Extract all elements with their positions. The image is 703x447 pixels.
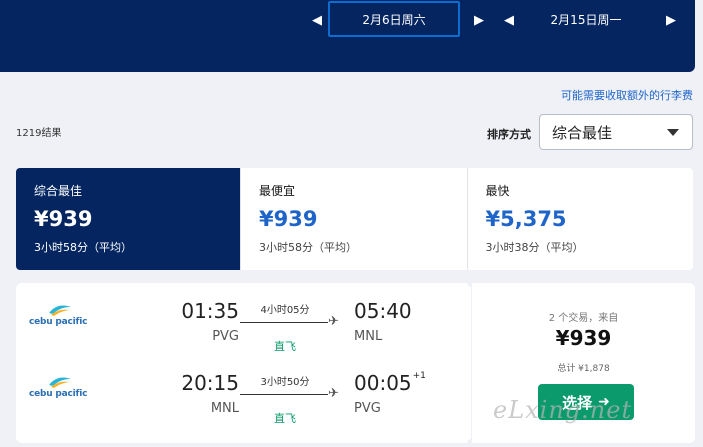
airline-name: cebu pacific <box>29 317 88 327</box>
tab-price: ¥939 <box>34 207 93 231</box>
watermark: eLxing.net <box>493 396 633 424</box>
tab-duration: 3小时58分（平均） <box>34 241 132 254</box>
tab-duration: 3小时38分（平均） <box>485 241 584 254</box>
total-price: 总计 ¥1,878 <box>557 364 610 374</box>
departure-airport: PVG <box>212 329 239 344</box>
next-return-date-icon[interactable]: ▶ <box>666 14 676 27</box>
arrival-airport: PVG <box>354 401 381 416</box>
flight-legs-panel: cebu pacific 01:35 PVG 4小时05分 ✈ 直飞 05:40… <box>16 283 471 443</box>
cebu-bird-icon <box>49 305 71 316</box>
airline-name: cebu pacific <box>29 389 88 399</box>
return-date-label: 2月15日周一 <box>550 12 622 27</box>
cebu-bird-icon <box>49 377 71 388</box>
departure-airport: MNL <box>210 401 239 416</box>
arrival-time-value: 05:40 <box>354 299 412 323</box>
leg-duration: 4小时05分 <box>260 305 310 316</box>
tab-title: 最便宜 <box>259 184 296 198</box>
arrival-time: 05:40 <box>354 299 413 323</box>
outbound-leg: cebu pacific 01:35 PVG 4小时05分 ✈ 直飞 05:40… <box>16 283 471 353</box>
tab-best[interactable]: 综合最佳 ¥939 3小时58分（平均） <box>16 168 241 270</box>
plane-icon: ✈ <box>328 314 339 329</box>
arrival-time-value: 00:05 <box>354 371 412 395</box>
departure-date-selector[interactable]: 2月6日周六 <box>328 1 460 37</box>
baggage-fee-link[interactable]: 可能需要收取额外的行李费 <box>561 87 693 103</box>
plane-icon: ✈ <box>328 386 339 401</box>
arrival-airport: MNL <box>354 329 383 344</box>
prev-return-date-icon[interactable]: ◀ <box>504 14 514 27</box>
chevron-down-icon <box>667 129 679 136</box>
stops-label: 直飞 <box>274 412 296 425</box>
leg-duration: 3小时50分 <box>260 377 310 388</box>
departure-time: 20:15 <box>181 371 239 395</box>
sort-label: 排序方式 <box>487 128 531 141</box>
departure-time: 01:35 <box>181 299 239 323</box>
tab-cheapest[interactable]: 最便宜 ¥939 3小时58分（平均） <box>241 168 468 270</box>
tab-price: ¥939 <box>259 207 318 231</box>
sort-tabs: 综合最佳 ¥939 3小时58分（平均） 最便宜 ¥939 3小时58分（平均）… <box>16 168 693 270</box>
sort-dropdown[interactable]: 综合最佳 <box>539 114 693 150</box>
tab-duration: 3小时58分（平均） <box>259 241 357 254</box>
arrival-time: 00:05+1 <box>354 371 426 395</box>
date-navigation-bar: ◀ 2月6日周六 ▶ ◀ 2月15日周一 ▶ <box>0 0 695 72</box>
tab-fastest[interactable]: 最快 ¥5,375 3小时38分（平均） <box>468 168 694 270</box>
route-line <box>240 322 328 323</box>
tab-title: 最快 <box>485 184 510 198</box>
result-price: ¥939 <box>555 326 612 350</box>
deals-count: 2 个交易，来自 <box>548 313 619 324</box>
tab-title: 综合最佳 <box>34 184 83 198</box>
return-leg: cebu pacific 20:15 MNL 3小时50分 ✈ 直飞 00:05… <box>16 355 471 425</box>
prev-departure-date-icon[interactable]: ◀ <box>312 14 322 27</box>
tab-price: ¥5,375 <box>485 207 567 231</box>
result-count: 1219结果 <box>16 128 62 139</box>
sort-selected-value: 综合最佳 <box>552 123 613 142</box>
route-line <box>240 394 328 395</box>
airline-logo[interactable]: cebu pacific <box>29 303 89 333</box>
airline-logo[interactable]: cebu pacific <box>29 375 89 405</box>
plus-day-badge: +1 <box>412 371 426 381</box>
stops-label: 直飞 <box>274 340 296 353</box>
return-date-selector[interactable]: 2月15日周一 <box>520 1 652 37</box>
next-departure-date-icon[interactable]: ▶ <box>474 14 484 27</box>
departure-date-label: 2月6日周六 <box>362 12 426 27</box>
